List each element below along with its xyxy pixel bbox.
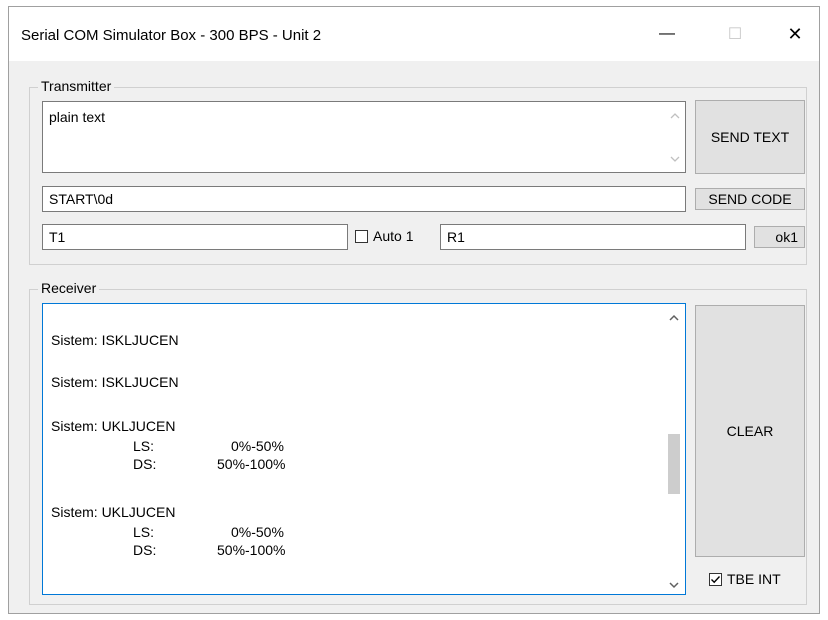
maximize-button[interactable]: ☐ (713, 17, 757, 51)
clear-button[interactable]: CLEAR (695, 305, 805, 557)
rx-line: Sistem: UKLJUCEN (51, 418, 176, 434)
transmit-text-input[interactable]: plain text (42, 101, 686, 173)
rx-line: DS: (133, 456, 157, 472)
window-title: Serial COM Simulator Box - 300 BPS - Uni… (21, 27, 322, 44)
rx-line: LS: (133, 438, 155, 454)
t1-value: T1 (49, 229, 66, 245)
chevron-down-icon[interactable] (663, 578, 685, 592)
transmitter-legend: Transmitter (38, 78, 115, 94)
rx-line: LS: (133, 524, 155, 540)
receiver-scrollbar[interactable] (663, 304, 685, 594)
title-bar[interactable]: Serial COM Simulator Box - 300 BPS - Uni… (9, 7, 819, 61)
chevron-up-icon[interactable] (663, 310, 685, 324)
transmit-text-value: plain text (49, 109, 106, 125)
ok1-button[interactable]: ok1 (754, 226, 805, 248)
auto-checkbox[interactable] (355, 230, 368, 243)
chevron-down-icon[interactable] (665, 152, 685, 166)
receiver-textarea[interactable]: Sistem: ISKLJUCEN Sistem: ISKLJUCEN Sist… (42, 303, 686, 595)
send-code-button[interactable]: SEND CODE (695, 188, 805, 210)
receiver-legend: Receiver (38, 280, 100, 296)
scroll-thumb[interactable] (668, 434, 680, 494)
transmit-text-scrollbar[interactable] (665, 102, 685, 172)
rx-line: 0%-50% (231, 524, 284, 540)
minimize-button[interactable]: — (645, 17, 689, 51)
check-icon (711, 576, 721, 584)
r1-input[interactable]: R1 (440, 224, 746, 250)
rx-line: Sistem: UKLJUCEN (51, 504, 176, 520)
tbe-int-checkbox[interactable] (709, 573, 722, 586)
r1-value: R1 (447, 229, 465, 245)
rx-line: 50%-100% (217, 456, 286, 472)
rx-line: 0%-50% (231, 438, 284, 454)
chevron-up-icon[interactable] (665, 108, 685, 122)
tbe-int-label: TBE INT (727, 571, 781, 587)
send-code-input[interactable]: START\0d (42, 186, 686, 212)
auto-label: Auto 1 (373, 228, 414, 244)
rx-line: DS: (133, 542, 157, 558)
t1-input[interactable]: T1 (42, 224, 348, 250)
send-code-value: START\0d (49, 191, 114, 207)
rx-line: Sistem: ISKLJUCEN (51, 374, 179, 390)
close-button[interactable]: ✕ (773, 17, 817, 51)
app-window: Serial COM Simulator Box - 300 BPS - Uni… (8, 6, 820, 614)
rx-line: 50%-100% (217, 542, 286, 558)
send-text-button[interactable]: SEND TEXT (695, 100, 805, 174)
rx-line: Sistem: ISKLJUCEN (51, 332, 179, 348)
